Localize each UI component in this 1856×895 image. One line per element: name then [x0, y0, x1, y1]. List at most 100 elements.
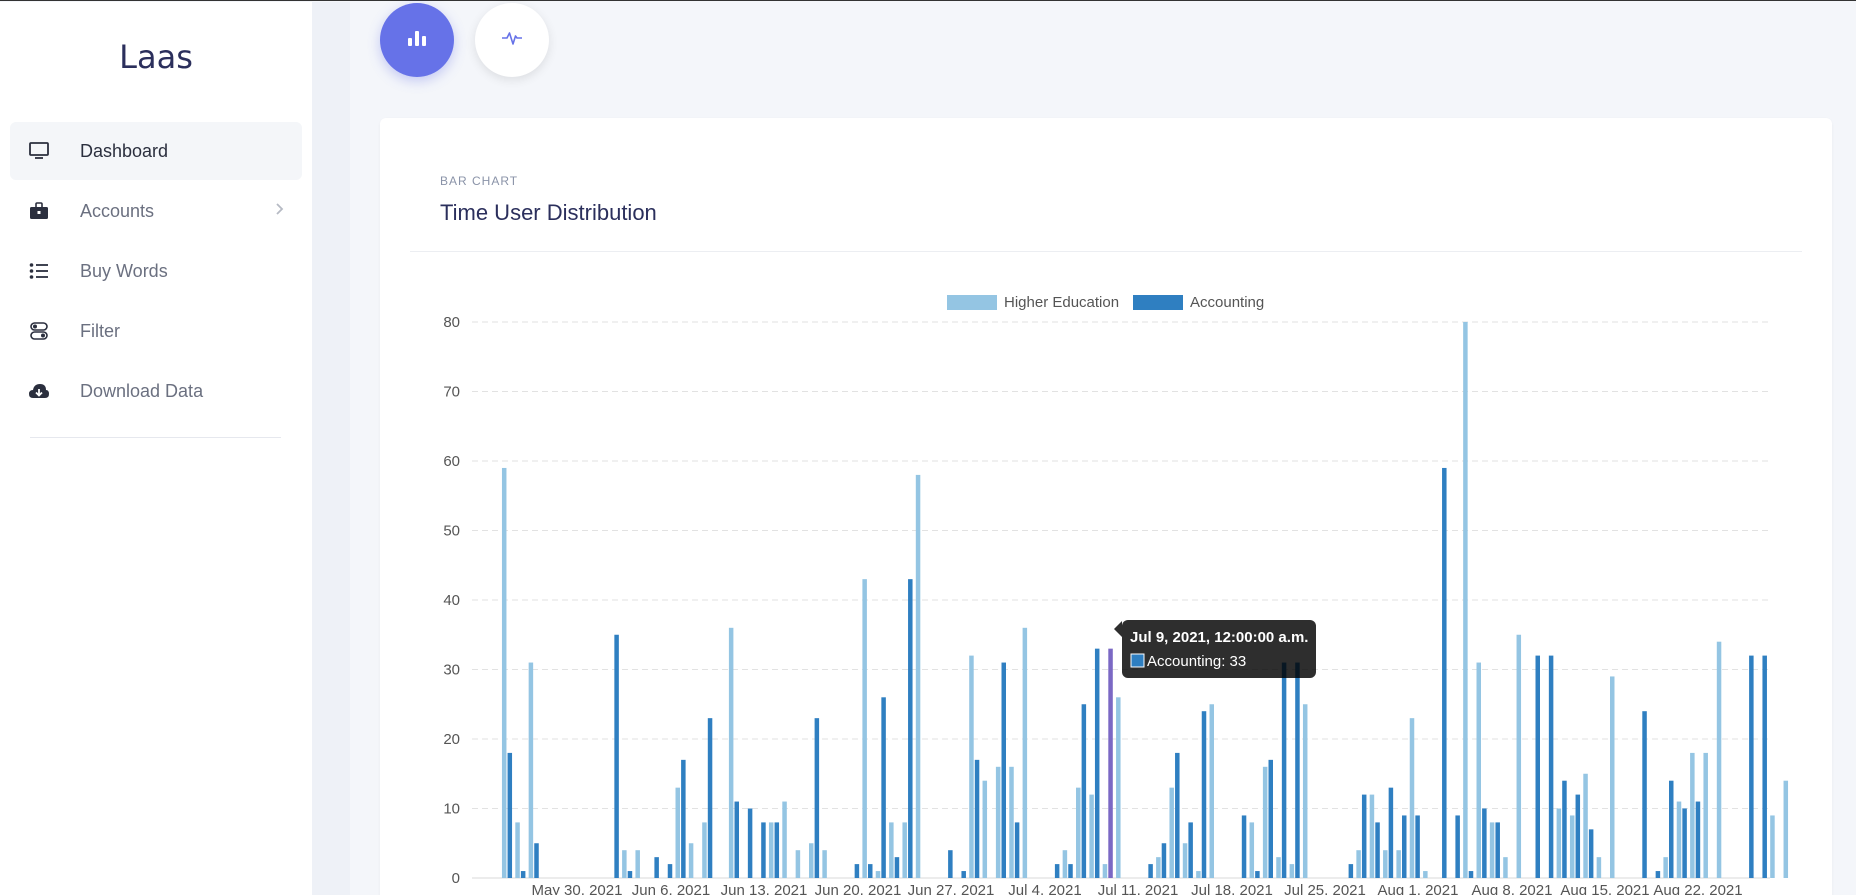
bar-accounting: [1655, 871, 1661, 878]
bar-accounting: [1749, 655, 1754, 878]
bar-higher-education: [1583, 773, 1588, 878]
tooltip-caret: [1114, 621, 1122, 637]
bar-accounting: [1148, 864, 1153, 878]
bar-accounting: [1361, 794, 1367, 878]
bar-higher-education: [675, 787, 680, 878]
bar-accounting: [1535, 655, 1540, 878]
bar-higher-education: [1516, 634, 1522, 878]
bar-higher-education: [1489, 822, 1495, 878]
bar-accounting: [761, 822, 766, 878]
bar-accounting: [1241, 815, 1247, 878]
bar-higher-education: [1663, 857, 1668, 878]
bar-accounting: [1682, 808, 1687, 878]
bar-higher-education: [1556, 808, 1562, 878]
bar-higher-education: [1463, 322, 1468, 878]
bar-accounting: [1575, 794, 1581, 878]
bar-higher-education: [1009, 766, 1014, 878]
x-tick-label: Jun 27, 2021: [908, 882, 995, 895]
bar-higher-education: [1356, 850, 1361, 878]
x-tick-label: May 30, 2021: [532, 882, 623, 895]
x-tick-label: Aug 8, 2021: [1472, 882, 1553, 895]
bar-accounting: [1201, 711, 1207, 878]
x-tick-label: Jul 4, 2021: [1008, 882, 1081, 895]
bar-higher-education: [1022, 627, 1028, 878]
bar-accounting: [707, 718, 713, 878]
bar-accounting: [1068, 864, 1073, 878]
bar-higher-education: [1610, 676, 1615, 878]
bar-higher-education: [1076, 787, 1081, 878]
bar-higher-education: [728, 627, 734, 878]
bar-higher-education: [1289, 864, 1295, 878]
bar-accounting: [681, 759, 686, 878]
bar-higher-education: [1703, 752, 1708, 878]
x-tick-label: Jul 25, 2021: [1284, 882, 1366, 895]
bar-accounting: [974, 759, 980, 878]
bar-accounting: [1402, 815, 1407, 878]
bar-higher-education: [1503, 857, 1508, 878]
x-tick-label: Aug 15, 2021: [1560, 882, 1649, 895]
bar-accounting: [747, 808, 753, 878]
bar-higher-education: [1276, 857, 1281, 878]
bar-higher-education: [1690, 752, 1695, 878]
bar-accounting: [1175, 752, 1180, 878]
bar-higher-education: [1716, 641, 1722, 878]
bar-higher-education: [795, 850, 801, 878]
bar-accounting: [1188, 822, 1193, 878]
bar-higher-education: [902, 822, 907, 878]
bar-accounting: [1642, 711, 1647, 878]
tooltip-title: Jul 9, 2021, 12:00:00 a.m.: [1130, 629, 1308, 646]
bar-higher-education: [622, 850, 627, 878]
y-tick-label: 70: [443, 384, 460, 401]
bar-higher-education: [1369, 794, 1375, 878]
bar-accounting: [1495, 822, 1500, 878]
x-tick-label: Jun 6, 2021: [632, 882, 710, 895]
bar-accounting: [961, 871, 966, 878]
bar-accounting: [1562, 780, 1567, 878]
bar-chart[interactable]: 0 10 20 30 40 50 60 70 80 May 30, 2021 Jun 6, 2021…: [0, 1, 1856, 895]
tooltip-swatch: [1130, 653, 1145, 668]
bar-higher-education: [875, 871, 881, 878]
legend-swatch-accounting: [1133, 295, 1183, 310]
legend-label-higher-education: Higher Education: [1004, 294, 1119, 311]
bar-accounting: [1375, 822, 1380, 878]
bar-accounting: [1482, 808, 1487, 878]
bar-higher-education: [862, 579, 867, 878]
legend-label-accounting: Accounting: [1190, 294, 1264, 311]
bar-accounting: [1161, 843, 1167, 878]
bar-accounting: [1762, 655, 1767, 878]
bar-higher-education: [889, 822, 894, 878]
bar-higher-education: [995, 766, 1001, 878]
bar-higher-education: [501, 467, 507, 878]
bar-higher-education: [1262, 766, 1268, 878]
bar-accounting: [894, 857, 900, 878]
bar-accounting: [1108, 648, 1113, 878]
y-tick-label: 50: [443, 523, 460, 540]
bar-accounting: [1094, 648, 1100, 878]
bar-accounting: [1281, 662, 1287, 878]
bar-higher-education: [1249, 822, 1255, 878]
tooltip-value: Accounting: 33: [1147, 653, 1246, 670]
bar-higher-education: [1102, 864, 1108, 878]
bar-accounting: [908, 579, 913, 878]
bar-accounting: [1695, 801, 1701, 878]
bar-accounting: [614, 634, 619, 878]
bar-higher-education: [1182, 843, 1188, 878]
bar-accounting: [1468, 871, 1474, 878]
bar-accounting: [1415, 815, 1420, 878]
bar-higher-education: [1476, 662, 1481, 878]
bar-accounting: [1588, 829, 1594, 878]
x-tick-label: Jun 13, 2021: [721, 882, 808, 895]
bar-higher-education: [635, 850, 640, 878]
bar-higher-education: [915, 474, 921, 878]
bar-higher-education: [1089, 794, 1094, 878]
bar-higher-education: [809, 843, 814, 878]
bar-higher-education: [1409, 718, 1415, 878]
bar-accounting: [868, 864, 873, 878]
bar-accounting: [1014, 822, 1020, 878]
bar-accounting: [1255, 871, 1260, 878]
bar-higher-education: [982, 780, 988, 878]
bar-accounting: [1081, 704, 1087, 878]
bar-higher-education: [822, 850, 827, 878]
bar-accounting: [1442, 467, 1447, 878]
y-tick-label: 80: [443, 314, 460, 331]
